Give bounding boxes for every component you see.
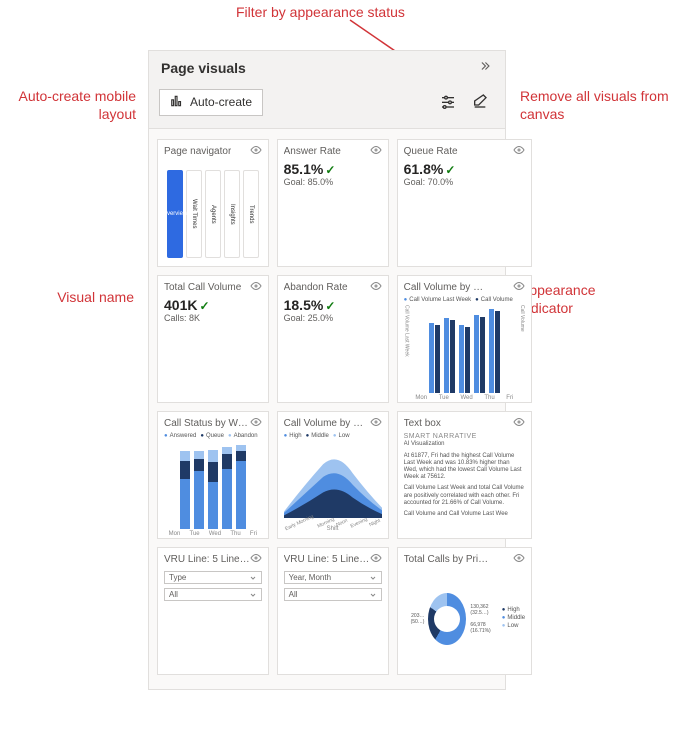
area-chart <box>284 441 382 518</box>
visual-card[interactable]: Call Volume by … Call Volume Last WeekCal… <box>397 275 533 403</box>
appearance-eye-icon[interactable] <box>250 416 262 431</box>
page-visuals-panel: Page visuals Auto-create Page navigator O… <box>148 50 506 690</box>
collapse-icon[interactable] <box>479 59 493 76</box>
annotation-filter: Filter by appearance status <box>236 3 405 21</box>
appearance-eye-icon[interactable] <box>513 416 525 431</box>
kpi-goal: Goal: 70.0% <box>404 177 526 187</box>
appearance-eye-icon[interactable] <box>370 552 382 567</box>
visual-title: Queue Rate <box>404 146 458 157</box>
appearance-eye-icon[interactable] <box>370 144 382 159</box>
slicer-field[interactable]: Year, Month <box>284 571 382 584</box>
annotation-visual-name: Visual name <box>22 288 134 306</box>
auto-create-label: Auto-create <box>190 95 252 109</box>
slicer-value[interactable]: All <box>164 588 262 601</box>
annotation-remove: Remove all visuals from canvas <box>520 87 680 123</box>
visual-card[interactable]: Total Calls by Pri… 203… (50…)130,362 (32… <box>397 547 533 675</box>
slicer-value[interactable]: All <box>284 588 382 601</box>
visual-card[interactable]: Text box SMART NARRATIVEAI VisualizationA… <box>397 411 533 539</box>
visual-card[interactable]: Call Status by W…AnsweredQueueAbandonMon… <box>157 411 269 539</box>
visual-card[interactable]: Queue Rate 61.8%✓Goal: 70.0% <box>397 139 533 267</box>
visual-card[interactable]: VRU Line: 5 Line… Year, Month All <box>277 547 389 675</box>
axis-label: Shift <box>284 526 382 532</box>
nav-item[interactable]: Wait Times <box>186 170 202 258</box>
visual-title: VRU Line: 5 Line… <box>284 554 370 565</box>
panel-header: Page visuals <box>149 51 505 84</box>
nav-item[interactable]: Overview <box>167 170 183 258</box>
visual-card[interactable]: Total Call Volume 401K✓Calls: 8K <box>157 275 269 403</box>
panel-title: Page visuals <box>161 60 246 76</box>
visual-card[interactable]: Call Volume by S…HighMiddleLowEarly Morn… <box>277 411 389 539</box>
sliders-icon <box>440 93 456 112</box>
donut-chart: 203… (50…)130,362 (32.5…)66,978 (16.71%)… <box>404 569 526 668</box>
visual-title: Total Calls by Pri… <box>404 554 488 565</box>
visual-card[interactable]: Page navigator OverviewWait TimesAgentsIn… <box>157 139 269 267</box>
eraser-icon <box>472 93 488 112</box>
kpi-goal: Goal: 25.0% <box>284 313 382 323</box>
appearance-eye-icon[interactable] <box>513 280 525 295</box>
visual-title: Answer Rate <box>284 146 341 157</box>
appearance-eye-icon[interactable] <box>513 144 525 159</box>
visuals-grid: Page navigator OverviewWait TimesAgentsIn… <box>149 128 505 689</box>
visual-title: Call Volume by … <box>404 282 483 293</box>
visual-card[interactable]: Answer Rate 85.1%✓Goal: 85.0% <box>277 139 389 267</box>
visual-title: Page navigator <box>164 146 231 157</box>
chart-legend: Call Volume Last WeekCall Volume <box>404 297 526 303</box>
chart-legend: HighMiddleLow <box>284 433 382 439</box>
annotation-appearance-indicator: Appearance indicator <box>520 281 640 317</box>
visual-title: Abandon Rate <box>284 282 348 293</box>
kpi-value: 85.1%✓ <box>284 161 382 177</box>
appearance-eye-icon[interactable] <box>250 552 262 567</box>
appearance-eye-icon[interactable] <box>250 144 262 159</box>
appearance-eye-icon[interactable] <box>513 552 525 567</box>
kpi-value: 18.5%✓ <box>284 297 382 313</box>
kpi-value: 61.8%✓ <box>404 161 526 177</box>
filter-button[interactable] <box>433 88 463 116</box>
auto-create-button[interactable]: Auto-create <box>159 89 263 116</box>
appearance-eye-icon[interactable] <box>250 280 262 295</box>
slicer-field[interactable]: Type <box>164 571 262 584</box>
stacked-bar-chart <box>164 441 262 529</box>
panel-toolbar: Auto-create <box>149 84 505 128</box>
visual-card[interactable]: VRU Line: 5 Line… Type All <box>157 547 269 675</box>
visual-title: VRU Line: 5 Line… <box>164 554 250 565</box>
visual-title: Text box <box>404 418 441 429</box>
kpi-goal: Calls: 8K <box>164 313 262 323</box>
bar-chart <box>410 305 520 393</box>
kpi-value: 401K✓ <box>164 297 262 313</box>
visual-card[interactable]: Abandon Rate 18.5%✓Goal: 25.0% <box>277 275 389 403</box>
nav-item[interactable]: Insights <box>224 170 240 258</box>
page-navigator: OverviewWait TimesAgentsInsightsTrends <box>164 161 262 260</box>
slicer: Year, Month All <box>284 569 382 601</box>
kpi-goal: Goal: 85.0% <box>284 177 382 187</box>
auto-create-icon <box>170 94 184 111</box>
visual-title: Total Call Volume <box>164 282 241 293</box>
smart-narrative: SMART NARRATIVEAI VisualizationAt 61877,… <box>404 433 526 518</box>
remove-all-button[interactable] <box>465 88 495 116</box>
appearance-eye-icon[interactable] <box>370 416 382 431</box>
nav-item[interactable]: Agents <box>205 170 221 258</box>
slicer: Type All <box>164 569 262 601</box>
appearance-eye-icon[interactable] <box>370 280 382 295</box>
chart-legend: AnsweredQueueAbandon <box>164 433 262 439</box>
visual-title: Call Status by W… <box>164 418 248 429</box>
nav-item[interactable]: Trends <box>243 170 259 258</box>
annotation-auto-create: Auto-create mobile layout <box>14 87 136 123</box>
visual-title: Call Volume by S… <box>284 418 370 429</box>
